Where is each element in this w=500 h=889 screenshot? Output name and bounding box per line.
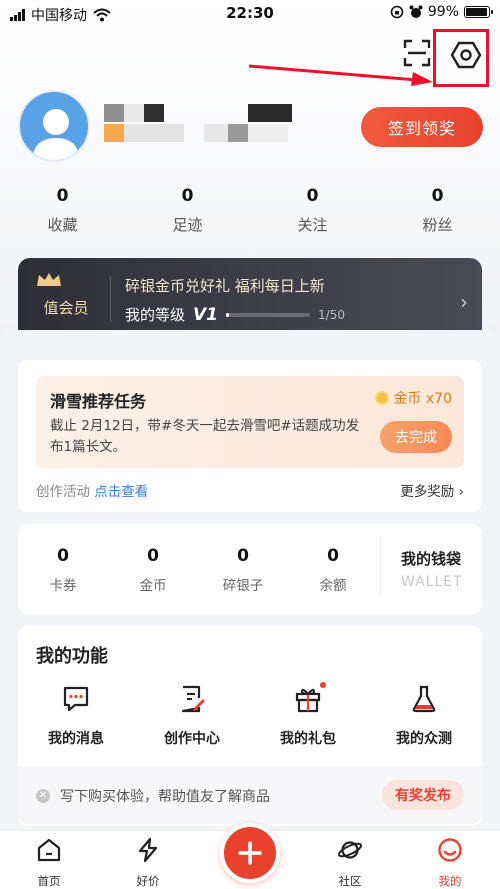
wallet-card: 0 卡券 0 金币 0 碎银子 0 余额 我的钱袋 WALLET (18, 524, 482, 614)
wallet-item-coupons[interactable]: 0 卡券 (18, 546, 108, 594)
vip-progress-text: 1/50 (318, 307, 345, 322)
tab-bar: 首页 好价 社区 我的 (0, 823, 500, 889)
close-icon[interactable]: ✕ (36, 789, 50, 803)
wallet-label: 卡券 (49, 578, 77, 594)
vip-level-row: 我的等级 V1 1/50 (125, 304, 345, 325)
task-activity: 创作活动 点击查看 (36, 480, 148, 500)
wallet-value: 0 (57, 546, 69, 566)
functions-grid: 我的消息 创作中心 我的礼包 我的众测 (18, 682, 482, 748)
status-right: 99% (390, 4, 493, 20)
tab-label: 好价 (136, 874, 160, 888)
stat-value: 0 (306, 186, 319, 206)
wallet-label: 余额 (319, 578, 347, 594)
annotation-arrow (248, 64, 433, 86)
profile-icon (438, 838, 462, 862)
wallet-title[interactable]: 我的钱袋 (401, 548, 461, 569)
func-item-messages[interactable]: 我的消息 (18, 684, 134, 748)
func-label: 我的众测 (396, 731, 452, 747)
task-card: 滑雪推荐任务 金币 x70 截止 2月12日，带#冬天一起去滑雪吧#话题成功发布… (18, 360, 482, 512)
stat-label: 足迹 (172, 216, 203, 234)
tab-label: 社区 (338, 874, 362, 888)
tab-label: 我的 (438, 874, 462, 888)
stat-label: 粉丝 (422, 216, 453, 234)
profile-stats: 0 收藏 0 足迹 0 关注 0 粉丝 (0, 186, 500, 246)
publish-plus-button[interactable] (220, 823, 280, 883)
wallet-value: 0 (147, 546, 159, 566)
tab-mine[interactable]: 我的 (420, 837, 480, 889)
lock-rotation-icon (390, 5, 404, 19)
stat-footprints[interactable]: 0 足迹 (125, 186, 250, 246)
vip-badge: 值会员 (36, 272, 96, 318)
alarm-icon (409, 5, 423, 18)
func-label: 我的消息 (48, 731, 104, 747)
vip-level-label: 我的等级 (125, 306, 186, 324)
bolt-icon (138, 837, 158, 863)
flask-icon (412, 685, 436, 713)
task-footer: 创作活动 点击查看 更多奖励 › (36, 480, 464, 500)
func-item-create[interactable]: 创作中心 (134, 684, 250, 748)
stat-value: 0 (181, 186, 194, 206)
battery-icon (464, 6, 493, 18)
func-item-testing[interactable]: 我的众测 (366, 684, 482, 748)
wallet-label: 碎银子 (222, 578, 264, 594)
more-rewards-link[interactable]: 更多奖励 › (400, 480, 464, 500)
crown-icon (37, 273, 61, 286)
home-icon (37, 838, 61, 862)
stat-value: 0 (56, 186, 69, 206)
vip-divider (110, 276, 111, 322)
avatar[interactable] (18, 90, 90, 162)
review-tip-bar: ✕ 写下购买体验，帮助值友了解商品 有奖发布 (18, 766, 482, 824)
tab-deals[interactable]: 好价 (118, 837, 178, 889)
task-reward-text: 金币 x70 (393, 391, 452, 407)
wallet-value: 0 (327, 546, 339, 566)
tab-label: 首页 (37, 874, 61, 888)
wallet-divider (380, 536, 381, 596)
plus-icon (238, 841, 262, 865)
func-label: 我的礼包 (280, 731, 336, 747)
vip-level-value: V1 (193, 304, 219, 325)
task-reward: 金币 x70 (375, 388, 452, 408)
vip-progress-bar (226, 312, 311, 317)
task-activity-link[interactable]: 点击查看 (94, 484, 148, 500)
task-description: 截止 2月12日，带#冬天一起去滑雪吧#话题成功发布1篇长文。 (50, 418, 360, 455)
wallet-label: 金币 (139, 578, 167, 594)
notification-dot (320, 682, 326, 688)
task-activity-label: 创作活动 (36, 484, 90, 500)
settings-icon[interactable] (449, 38, 483, 72)
coin-icon (375, 391, 390, 405)
tip-text: 写下购买体验，帮助值友了解商品 (60, 789, 270, 805)
task-banner[interactable]: 滑雪推荐任务 金币 x70 截止 2月12日，带#冬天一起去滑雪吧#话题成功发布… (36, 376, 464, 468)
vip-promo: 碎银金币兑好礼 福利每日上新 (125, 277, 325, 295)
publish-review-button[interactable]: 有奖发布 (382, 780, 464, 810)
wallet-item-coins[interactable]: 0 金币 (108, 546, 198, 594)
wallet-item-balance[interactable]: 0 余额 (288, 546, 378, 594)
nickname-redacted (104, 104, 292, 142)
wallet-item-silver[interactable]: 0 碎银子 (198, 546, 288, 594)
gift-icon (295, 688, 321, 713)
stat-label: 关注 (297, 216, 328, 234)
func-item-gifts[interactable]: 我的礼包 (250, 682, 366, 748)
stat-followers[interactable]: 0 粉丝 (375, 186, 500, 246)
stat-favorites[interactable]: 0 收藏 (0, 186, 125, 246)
wallet-value: 0 (237, 546, 249, 566)
wallet-subtitle: WALLET (401, 574, 463, 590)
wallet-items: 0 卡券 0 金币 0 碎银子 0 余额 (18, 546, 378, 594)
battery-percent: 99% (427, 4, 459, 20)
stat-value: 0 (431, 186, 444, 206)
functions-title: 我的功能 (36, 646, 108, 667)
planet-icon (337, 841, 363, 859)
checkin-button[interactable]: 签到领奖 (361, 107, 483, 147)
tab-community[interactable]: 社区 (320, 837, 380, 889)
status-bar: 中国移动 22:30 99% (0, 0, 500, 28)
vip-badge-label: 值会员 (43, 299, 89, 317)
task-title: 滑雪推荐任务 (50, 392, 147, 411)
message-icon (63, 686, 89, 712)
chevron-right-icon: › (460, 290, 468, 314)
task-complete-button[interactable]: 去完成 (380, 421, 452, 453)
stat-following[interactable]: 0 关注 (250, 186, 375, 246)
tab-home[interactable]: 首页 (19, 837, 79, 889)
create-icon (181, 685, 205, 713)
func-label: 创作中心 (164, 731, 220, 747)
stat-label: 收藏 (47, 216, 78, 234)
